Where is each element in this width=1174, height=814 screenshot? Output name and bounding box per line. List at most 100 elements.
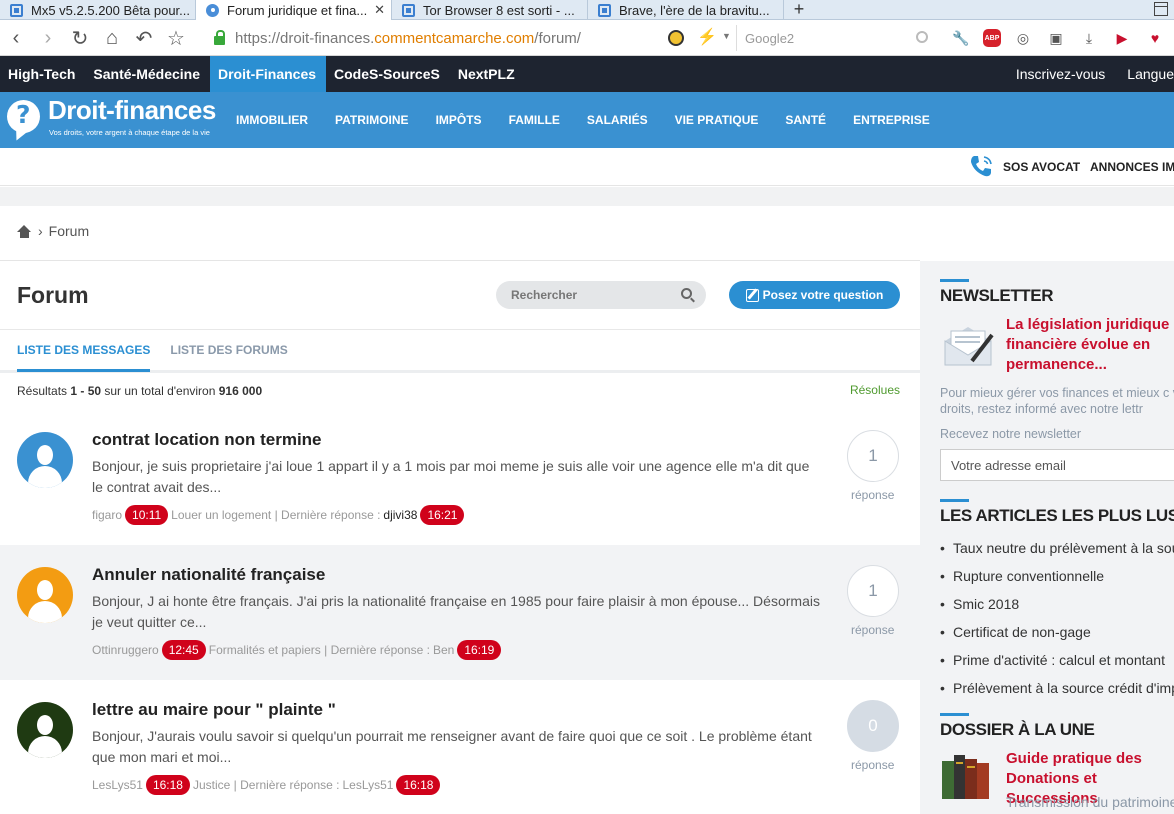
browser-tab-active[interactable]: Forum juridique et fina... ✕ [196,0,392,20]
page-icon [10,3,23,17]
post-title[interactable]: lettre au maire pour " plainte " [92,700,336,720]
forum-search-input[interactable]: Rechercher [496,281,706,309]
avatar[interactable] [17,702,73,758]
reply-label: réponse [851,623,895,637]
last-reply-user[interactable]: LesLys51 [343,778,394,792]
reply-count: 0 [847,700,899,752]
lock-icon [214,29,225,45]
article-link[interactable]: Smic 2018 [940,590,1174,618]
forward-button[interactable]: › [32,23,64,53]
browser-tab[interactable]: Brave, l'ère de la bravitu... [588,0,784,20]
wrench-icon[interactable]: 🔧 [950,27,972,49]
article-link[interactable]: Prime d'activité : calcul et montant [940,646,1174,674]
signup-link[interactable]: Inscrivez-vous [994,56,1105,92]
address-bar[interactable]: https://droit-finances. commentcamarche.c… [208,25,734,51]
browser-tab-strip: Mx5 v5.2.5.200 Bêta pour... Forum juridi… [0,0,1174,20]
pocket-icon[interactable]: ♥ [1144,27,1166,49]
search-icon[interactable] [916,31,928,43]
sub-bar: SOS AVOCAT ANNONCES IMM [0,148,1174,186]
avatar[interactable] [17,432,73,488]
tab-forums[interactable]: LISTE DES FORUMS [170,343,287,370]
heading-accent [940,499,969,502]
breadcrumb-current[interactable]: Forum [49,223,89,239]
nav-entreprise[interactable]: ENTREPRISE [853,113,930,127]
post-title[interactable]: Annuler nationalité française [92,565,325,585]
shield-icon [206,3,219,17]
search-icon[interactable] [681,288,692,299]
article-link[interactable]: Prélèvement à la source crédit d'imp [940,674,1174,702]
window-menu-icon[interactable] [1154,2,1168,16]
nav-impots[interactable]: IMPÔTS [436,113,482,127]
adblock-icon[interactable]: ABP [983,29,1001,47]
last-reply-user[interactable]: Ben [433,643,454,657]
ask-question-button[interactable]: Posez votre question [729,281,900,309]
headset-icon[interactable]: ◎ [1012,27,1034,49]
nav-vie-pratique[interactable]: VIE PRATIQUE [675,113,759,127]
browser-toolbar: ‹ › ↻ ⌂ ↶ ☆ https://droit-finances. comme… [0,21,1174,56]
bookmark-star-icon[interactable]: ☆ [160,23,192,53]
resolved-filter-link[interactable]: Résolues [850,383,900,397]
printer-icon[interactable]: ▣ [1045,27,1067,49]
article-link[interactable]: Rupture conventionnelle [940,562,1174,590]
tab-messages[interactable]: LISTE DES MESSAGES [17,343,151,372]
article-link[interactable]: Certificat de non-gage [940,618,1174,646]
site-logo[interactable]: ? Droit-finances Vos droits, votre argen… [7,95,217,143]
nav-immobilier[interactable]: IMMOBILIER [236,113,308,127]
language-menu[interactable]: Langue [1105,56,1174,92]
post-excerpt: Bonjour, J'aurais voulu savoir si quelqu… [92,728,812,765]
network-item-sante[interactable]: Santé-Médecine [85,56,210,92]
post-author[interactable]: Ottinruggero [92,643,159,657]
lightning-icon[interactable]: ⚡ [697,27,717,47]
last-reply-user[interactable]: djivi38 [383,508,417,522]
post-author[interactable]: LesLys51 [92,778,143,792]
browser-tab[interactable]: Mx5 v5.2.5.200 Bêta pour... [0,0,196,20]
post-category[interactable]: Formalités et papiers | Dernière réponse… [209,643,430,657]
chevron-down-icon[interactable]: ▼ [722,31,731,41]
reply-label: réponse [851,488,895,502]
home-icon[interactable] [17,224,32,238]
phone-icon [971,156,992,177]
forum-post[interactable]: Annuler nationalité française Bonjour, J… [0,545,920,680]
post-author[interactable]: figaro [92,508,122,522]
nav-famille[interactable]: FAMILLE [509,113,560,127]
envelope-icon [944,327,994,366]
time-badge: 16:18 [396,775,441,795]
email-field[interactable]: Votre adresse email [940,449,1174,481]
books-icon [942,755,989,799]
reload-button[interactable]: ↻ [64,23,96,53]
new-tab-button[interactable]: + [784,0,814,19]
search-engine-label: Google2 [745,30,795,46]
post-title[interactable]: contrat location non termine [92,430,322,450]
url-host: commentcamarche.com [374,29,535,47]
network-bar: High-Tech Santé-Médecine Droit-Finances … [0,56,1174,92]
nav-sante[interactable]: SANTÉ [785,113,826,127]
bee-extension-icon[interactable] [668,30,684,46]
undo-close-button[interactable]: ↶ [128,23,160,53]
browser-tab[interactable]: Tor Browser 8 est sorti - ... [392,0,588,20]
results-range: 1 - 50 [70,384,102,398]
newsletter-title[interactable]: La législation juridique financière évol… [1006,315,1174,375]
avatar[interactable] [17,567,73,623]
network-item-nextplz[interactable]: NextPLZ [450,56,525,92]
network-item-high-tech[interactable]: High-Tech [0,56,85,92]
back-button[interactable]: ‹ [0,23,32,53]
post-category[interactable]: Justice | Dernière réponse : [193,778,340,792]
nav-patrimoine[interactable]: PATRIMOINE [335,113,409,127]
close-tab-icon[interactable]: ✕ [374,2,385,18]
reply-label: réponse [851,758,895,772]
tab-title: Brave, l'ère de la bravitu... [619,2,770,18]
sos-avocat-link[interactable]: SOS AVOCAT [1003,160,1080,174]
download-icon[interactable]: ⤓ [1078,27,1100,49]
video-icon[interactable]: ▶ [1111,27,1133,49]
annonces-link[interactable]: ANNONCES IMM [1090,160,1174,174]
post-category[interactable]: Louer un logement | Dernière réponse : [171,508,380,522]
forum-post[interactable]: contrat location non termine Bonjour, je… [0,410,920,545]
network-item-droit-finances[interactable]: Droit-Finances [210,56,327,92]
network-item-codes-sources[interactable]: CodeS-SourceS [326,56,450,92]
nav-salaries[interactable]: SALARIÉS [587,113,648,127]
reply-count: 1 [847,430,899,482]
browser-search-input[interactable]: Google2 [736,25,934,51]
forum-post[interactable]: lettre au maire pour " plainte " Bonjour… [0,680,920,814]
home-button[interactable]: ⌂ [96,23,128,53]
article-link[interactable]: Taux neutre du prélèvement à la sou [940,534,1174,562]
